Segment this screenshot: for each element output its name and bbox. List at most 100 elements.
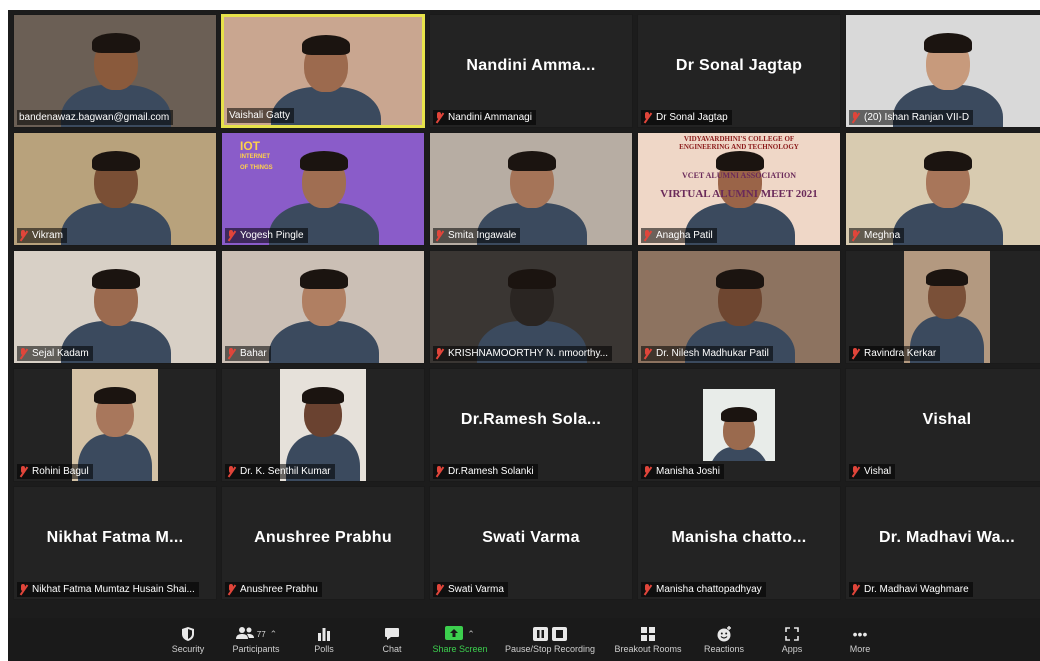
slide-line: OF THINGS [240,165,273,171]
participant-nameplate: Meghna [849,228,905,243]
participant-name: Yogesh Pingle [240,230,304,241]
participant-tile[interactable]: Swati Varma Swati Varma [429,486,633,600]
participants-icon [235,626,255,643]
polls-label: Polls [314,644,334,654]
participant-nameplate: Rohini Bagul [17,464,93,479]
participant-display-name: Dr Sonal Jagtap [675,57,803,74]
muted-mic-icon [643,112,652,123]
participant-tile[interactable]: Anushree Prabhu Anushree Prabhu [221,486,425,600]
muted-mic-icon [643,230,652,241]
participant-tile[interactable]: Vishal Vishal [845,368,1040,482]
participants-button[interactable]: 77 ⌃ Participants [222,618,290,661]
participant-tile[interactable]: Vikram [13,132,217,246]
polls-button[interactable]: Polls [290,618,358,661]
participant-tile[interactable]: Vaishali Gatty [221,14,425,128]
pause-stop-recording-button[interactable]: Pause/Stop Recording [494,618,606,661]
participant-tile[interactable]: Manisha chatto... Manisha chattopadhyay [637,486,841,600]
participant-nameplate: Sejal Kadam [17,346,93,361]
slide-line: IOT [240,139,260,153]
muted-mic-icon [643,348,652,359]
participant-tile[interactable]: Manisha Joshi [637,368,841,482]
participant-hair [300,151,348,171]
participant-tile[interactable]: IOT INTERNET OF THINGS Yogesh Pingle [221,132,425,246]
participant-tile[interactable]: Sejal Kadam [13,250,217,364]
participant-name: Manisha chattopadhyay [656,584,762,595]
participant-hair [300,269,348,289]
reactions-button[interactable]: Reactions [690,618,758,661]
participant-name: Anushree Prabhu [240,584,318,595]
apps-label: Apps [781,644,803,654]
participant-nameplate: Dr. K. Senthil Kumar [225,464,335,479]
participant-nameplate: Manisha chattopadhyay [641,582,766,597]
shield-icon [181,624,195,644]
share-screen-icon [445,625,464,643]
participant-display-name: Dr. Madhavi Wa... [878,529,1016,546]
muted-mic-icon [643,466,652,477]
participant-name: (20) Ishan Ranjan VII-D [864,112,970,123]
participant-tile[interactable]: Ravindra Kerkar [845,250,1040,364]
participant-hair [925,269,969,287]
muted-mic-icon [851,584,860,595]
participant-nameplate: Dr. Madhavi Waghmare [849,582,973,597]
virtual-background-text: VIDYAVARDHINI'S COLLEGE OF ENGINEERING AN… [638,135,840,200]
apps-icon [785,624,799,644]
participant-tile[interactable]: Dr Sonal Jagtap Dr Sonal Jagtap [637,14,841,128]
participant-tile[interactable]: Smita Ingawale [429,132,633,246]
participant-hair [302,35,350,55]
chat-button[interactable]: Chat [358,618,426,661]
participant-nameplate: KRISHNAMOORTHY N. nmoorthy... [433,346,613,361]
more-button[interactable]: ••• More [826,618,894,661]
security-button[interactable]: Security [154,618,222,661]
participant-tile[interactable]: Dr.Ramesh Sola... Dr.Ramesh Solanki [429,368,633,482]
participant-name: Dr. Madhavi Waghmare [864,584,969,595]
participant-name: Swati Varma [448,584,504,595]
participant-name: Manisha Joshi [656,466,720,477]
participant-nameplate: Vaishali Gatty [227,108,294,123]
apps-button[interactable]: Apps [758,618,826,661]
muted-mic-icon [227,584,236,595]
slide-line: INTERNET [240,154,270,160]
shared-slide-text: IOT INTERNET OF THINGS [240,139,273,174]
share-screen-button[interactable]: ⌃ Share Screen [426,618,494,661]
participant-tile[interactable]: Bahar [221,250,425,364]
participant-tile[interactable]: KRISHNAMOORTHY N. nmoorthy... [429,250,633,364]
participant-nameplate: Vikram [17,228,67,243]
participant-name: Vikram [32,230,63,241]
participant-tile[interactable]: Nandini Amma... Nandini Ammanagi [429,14,633,128]
participant-hair [301,387,345,405]
participant-tile[interactable]: VIDYAVARDHINI'S COLLEGE OF ENGINEERING AN… [637,132,841,246]
participants-label: Participants [232,644,280,654]
participant-name: bandenawaz.bagwan@gmail.com [19,112,170,123]
participant-tile[interactable]: Dr. Nilesh Madhukar Patil [637,250,841,364]
participant-name: Vaishali Gatty [229,110,290,121]
chevron-up-icon[interactable]: ⌃ [270,629,278,640]
participant-tile[interactable]: (20) Ishan Ranjan VII-D [845,14,1040,128]
participant-tile[interactable]: Rohini Bagul [13,368,217,482]
muted-mic-icon [227,230,236,241]
participant-hair [924,151,972,171]
muted-mic-icon [435,348,444,359]
participant-tile[interactable]: Meghna [845,132,1040,246]
breakout-rooms-button[interactable]: Breakout Rooms [606,618,690,661]
polls-icon [317,624,331,644]
background-line: VIDYAVARDHINI'S COLLEGE OF [683,135,795,143]
participant-tile[interactable]: Dr. Madhavi Wa... Dr. Madhavi Waghmare [845,486,1040,600]
participant-tile[interactable]: Dr. K. Senthil Kumar [221,368,425,482]
more-icon: ••• [852,626,868,642]
participant-body [893,203,1003,245]
more-label: More [849,644,871,654]
participants-count: 77 [256,629,266,639]
participant-hair [92,151,140,171]
share-screen-label: Share Screen [432,644,488,654]
participant-name: Vishal [864,466,892,477]
muted-mic-icon [19,230,28,241]
chevron-up-icon[interactable]: ⌃ [467,629,475,640]
participant-tile[interactable]: Nikhat Fatma M... Nikhat Fatma Mumtaz Hus… [13,486,217,600]
background-line: VIRTUAL ALUMNI MEET 2021 [660,188,818,200]
participant-name: Ravindra Kerkar [864,348,937,359]
participant-tile[interactable]: bandenawaz.bagwan@gmail.com [13,14,217,128]
participant-name: Dr. K. Senthil Kumar [240,466,331,477]
muted-mic-icon [19,466,28,477]
participant-gallery: bandenawaz.bagwan@gmail.com Vaishali Gatt… [13,14,1040,600]
reactions-label: Reactions [703,644,745,654]
